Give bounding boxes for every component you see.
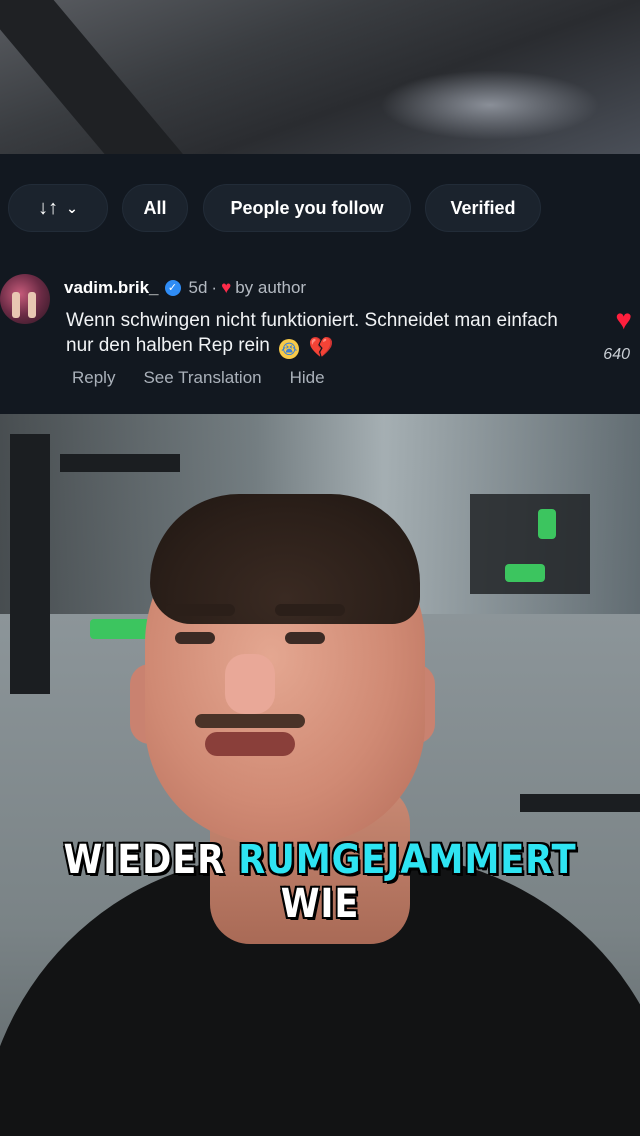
comment-time: 5d <box>188 278 208 297</box>
hide-button[interactable]: Hide <box>290 368 325 388</box>
caption-word: WIEDER <box>63 837 226 883</box>
person-mouth <box>205 732 295 756</box>
ceiling-light <box>380 70 600 140</box>
person-mustache <box>195 714 305 728</box>
caption-word: WIE <box>280 881 360 927</box>
person-eye <box>175 632 215 644</box>
filter-verified-chip[interactable]: Verified <box>425 184 541 232</box>
liked-by-author-label: by author <box>235 278 307 297</box>
comment-text: Wenn schwingen nicht funktioniert. Schne… <box>66 308 586 359</box>
video-caption: WIEDER RUMGEJAMMERT WIE <box>38 838 601 926</box>
caption-highlight-word: RUMGEJAMMERT <box>238 837 577 883</box>
see-translation-button[interactable]: See Translation <box>143 368 261 388</box>
screen: ↓↑ ⌄ All People you follow Verified vadi… <box>0 0 640 1136</box>
loudly-crying-face-icon: 😭 <box>279 339 300 359</box>
caption-line-1: WIEDER RUMGEJAMMERT <box>38 838 601 882</box>
like-heart-icon[interactable]: ♥ <box>615 304 632 336</box>
comment-username[interactable]: vadim.brik_ <box>64 278 159 298</box>
verified-badge-icon: ✓ <box>164 280 181 296</box>
avatar-figure <box>12 292 20 318</box>
avatar-figure <box>28 292 36 318</box>
reply-button[interactable]: Reply <box>72 368 115 388</box>
person-nose <box>225 654 275 714</box>
broken-heart-icon: 💔 <box>308 337 334 359</box>
avatar[interactable] <box>0 274 50 324</box>
sort-button[interactable]: ↓↑ ⌄ <box>8 184 108 232</box>
sort-arrows-icon: ↓↑ <box>38 196 59 219</box>
person-eyebrow <box>275 604 345 616</box>
liked-by-author-heart-icon: ♥ <box>221 278 232 297</box>
comment-meta: vadim.brik_ ✓ 5d · ♥ by author <box>64 278 306 298</box>
person <box>0 414 640 1136</box>
comment-overlay: ↓↑ ⌄ All People you follow Verified vadi… <box>0 154 640 414</box>
comment-filter-bar: ↓↑ ⌄ All People you follow Verified <box>0 184 640 236</box>
filter-all-chip[interactable]: All <box>122 184 188 232</box>
comment-actions: Reply See Translation Hide <box>72 368 353 388</box>
person-eye <box>285 632 325 644</box>
filter-people-you-follow-chip[interactable]: People you follow <box>203 184 411 232</box>
person-eyebrow <box>165 604 235 616</box>
comment-item: vadim.brik_ ✓ 5d · ♥ by author Wenn schw… <box>0 272 640 402</box>
separator-dot: · <box>211 278 218 297</box>
ceiling-beam <box>0 0 197 154</box>
like-count: 640 <box>603 346 630 363</box>
top-video-frame <box>0 0 640 154</box>
caption-line-2: WIE <box>38 882 601 926</box>
chevron-down-icon: ⌄ <box>66 199 78 216</box>
